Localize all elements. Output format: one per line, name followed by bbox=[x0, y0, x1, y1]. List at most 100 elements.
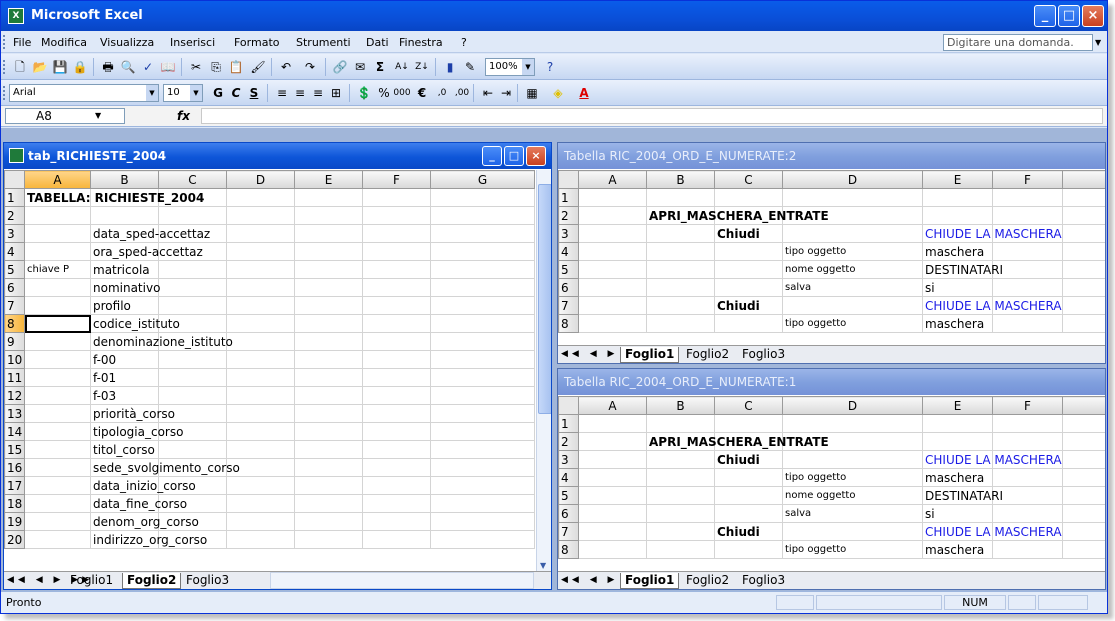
cell-d[interactable]: tipo oggetto bbox=[782, 540, 923, 559]
cell[interactable] bbox=[1062, 296, 1105, 315]
cell[interactable] bbox=[430, 422, 535, 441]
italic-button[interactable]: C bbox=[227, 84, 245, 102]
row-header[interactable]: 1 bbox=[558, 188, 579, 207]
vertical-scrollbar[interactable]: ▼ bbox=[536, 170, 551, 572]
drawing-icon[interactable]: ✎ bbox=[461, 58, 479, 76]
minimize-button[interactable]: _ bbox=[1034, 5, 1056, 27]
cell-a[interactable] bbox=[24, 224, 91, 243]
cell-d[interactable] bbox=[782, 224, 923, 243]
cell-a[interactable] bbox=[578, 224, 647, 243]
cell-f[interactable] bbox=[992, 504, 1063, 523]
cell-e[interactable] bbox=[922, 188, 993, 207]
cell[interactable] bbox=[158, 260, 227, 279]
cell-b[interactable]: f-00 bbox=[90, 350, 159, 369]
cell[interactable] bbox=[294, 494, 363, 513]
open-icon[interactable]: 📂 bbox=[31, 58, 49, 76]
cell-c[interactable] bbox=[714, 278, 783, 297]
cell[interactable] bbox=[226, 242, 295, 261]
cell-a[interactable] bbox=[24, 530, 91, 549]
cell-b[interactable] bbox=[646, 296, 715, 315]
cell[interactable] bbox=[226, 404, 295, 423]
cell[interactable] bbox=[1062, 206, 1105, 225]
cell-b[interactable]: f-03 bbox=[90, 386, 159, 405]
cell-b[interactable]: priorità_corso bbox=[90, 404, 175, 423]
cell[interactable] bbox=[362, 512, 431, 531]
cell-a[interactable] bbox=[24, 332, 91, 351]
cell-e[interactable]: maschera bbox=[922, 468, 993, 487]
cell[interactable] bbox=[226, 440, 295, 459]
cell-d[interactable] bbox=[782, 188, 923, 207]
cell[interactable] bbox=[294, 422, 363, 441]
cell-a[interactable] bbox=[578, 414, 647, 433]
workbook-window-left[interactable]: tab_RICHIESTE_2004 _ □ × A B C D E F G 1… bbox=[3, 142, 552, 590]
spelling-icon[interactable]: ✓ bbox=[139, 58, 157, 76]
scroll-thumb[interactable] bbox=[538, 184, 551, 414]
tab-foglio3[interactable]: Foglio3 bbox=[738, 573, 789, 589]
tab-foglio2[interactable]: Foglio2 bbox=[122, 573, 182, 589]
column-header[interactable]: D bbox=[782, 170, 923, 189]
cell-f[interactable] bbox=[992, 468, 1063, 487]
cell[interactable] bbox=[1062, 278, 1105, 297]
cell[interactable] bbox=[362, 494, 431, 513]
cell-b[interactable]: ora_sped-accettaz bbox=[90, 242, 203, 261]
cell-a[interactable] bbox=[578, 432, 647, 451]
cell[interactable] bbox=[362, 404, 431, 423]
row-header[interactable]: 4 bbox=[558, 468, 579, 487]
cell[interactable] bbox=[158, 278, 227, 297]
cell[interactable] bbox=[294, 314, 363, 333]
euro-icon[interactable]: € bbox=[413, 84, 431, 102]
paste-icon[interactable]: 📋 bbox=[227, 58, 245, 76]
cell-c[interactable] bbox=[714, 486, 783, 505]
cell[interactable] bbox=[226, 494, 295, 513]
fill-color-icon[interactable]: ◈ bbox=[549, 84, 567, 102]
cell-a[interactable] bbox=[24, 368, 91, 387]
format-painter-icon[interactable]: 🖌 bbox=[249, 58, 267, 76]
window-title-right-top[interactable]: Tabella RIC_2004_ORD_E_NUMERATE:2 bbox=[558, 143, 1105, 169]
menu-visualizza[interactable]: Visualizza bbox=[100, 36, 154, 49]
row-header[interactable]: 4 bbox=[558, 242, 579, 261]
cell[interactable] bbox=[294, 242, 363, 261]
cell-b[interactable]: codice_istituto bbox=[90, 314, 180, 333]
row-header[interactable]: 5 bbox=[4, 260, 25, 279]
name-box[interactable]: A8 bbox=[5, 108, 125, 124]
cell-f[interactable] bbox=[992, 432, 1063, 451]
underline-button[interactable]: S bbox=[245, 84, 263, 102]
column-header[interactable]: B bbox=[90, 170, 159, 189]
cell-b[interactable] bbox=[646, 224, 715, 243]
cell-e[interactable]: si bbox=[922, 278, 993, 297]
currency-icon[interactable]: 💲 bbox=[355, 84, 373, 102]
cell[interactable] bbox=[430, 530, 535, 549]
column-header[interactable]: B bbox=[646, 170, 715, 189]
tab-foglio1[interactable]: Foglio1 bbox=[620, 347, 680, 363]
redo-icon[interactable]: ↷ bbox=[301, 58, 319, 76]
cell-a[interactable] bbox=[24, 458, 91, 477]
cell-e[interactable]: CHIUDE LA MASCHERA bbox=[922, 224, 1062, 243]
formula-input[interactable] bbox=[201, 108, 1103, 124]
cell-f[interactable] bbox=[992, 414, 1063, 433]
cell-a[interactable] bbox=[578, 188, 647, 207]
close-button[interactable]: × bbox=[1082, 5, 1104, 27]
cell[interactable] bbox=[226, 188, 295, 207]
column-header[interactable]: F bbox=[362, 170, 431, 189]
cell[interactable] bbox=[1062, 486, 1105, 505]
cell-f[interactable] bbox=[992, 206, 1063, 225]
cell[interactable] bbox=[362, 386, 431, 405]
workbook-window-right-top[interactable]: Tabella RIC_2004_ORD_E_NUMERATE:2 A B C … bbox=[557, 142, 1106, 364]
cell[interactable] bbox=[430, 242, 535, 261]
cell[interactable] bbox=[1062, 260, 1105, 279]
cell-b[interactable] bbox=[646, 260, 715, 279]
cell-a[interactable] bbox=[24, 494, 91, 513]
cell-c[interactable] bbox=[714, 314, 783, 333]
increase-decimal-icon[interactable]: ,0 bbox=[433, 84, 451, 102]
cell-a[interactable] bbox=[24, 440, 91, 459]
font-color-icon[interactable]: A bbox=[575, 84, 593, 102]
horizontal-scrollbar[interactable] bbox=[270, 572, 534, 589]
cell[interactable] bbox=[226, 512, 295, 531]
column-header[interactable]: D bbox=[226, 170, 295, 189]
cell[interactable] bbox=[430, 494, 535, 513]
column-header[interactable]: A bbox=[578, 170, 647, 189]
cell[interactable] bbox=[1062, 314, 1105, 333]
cell[interactable] bbox=[1062, 522, 1105, 541]
menu-formato[interactable]: Formato bbox=[234, 36, 280, 49]
cell[interactable] bbox=[226, 224, 295, 243]
